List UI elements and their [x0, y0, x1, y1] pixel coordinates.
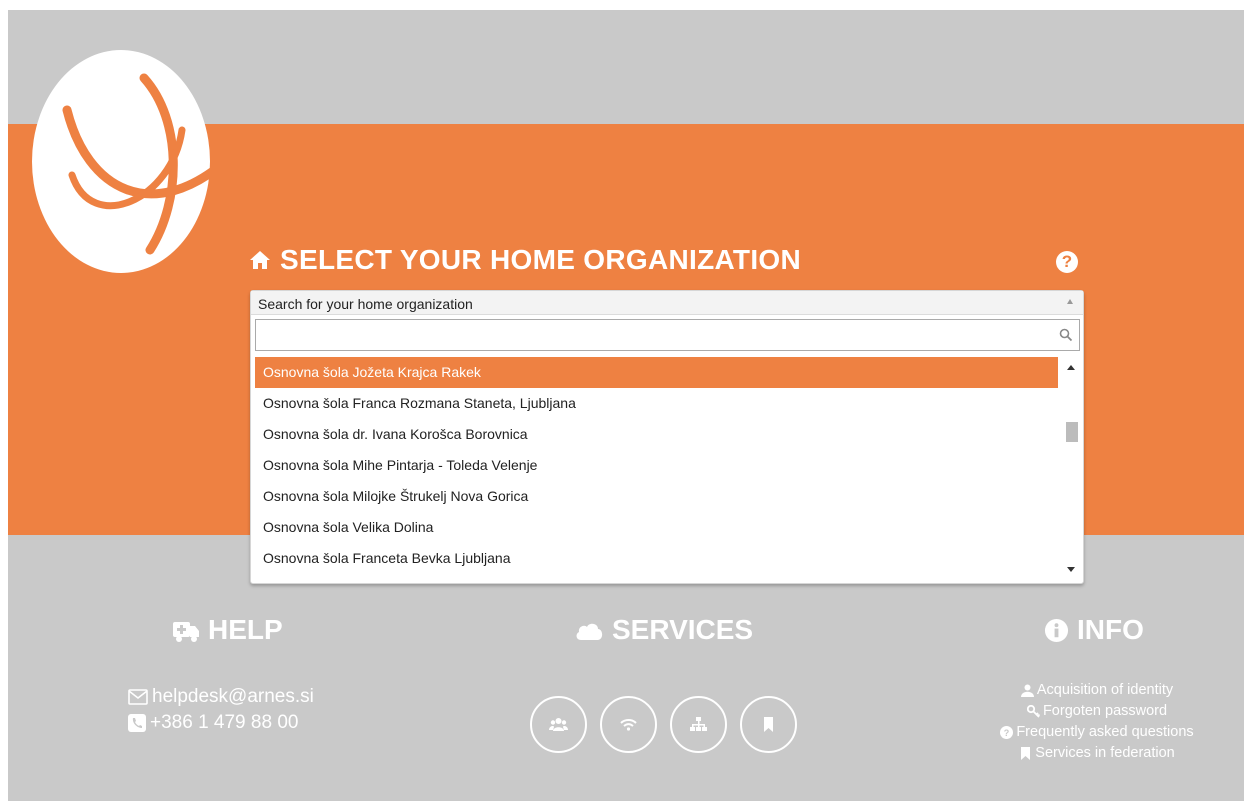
question-circle-icon[interactable]: ?	[1056, 251, 1078, 273]
services-title: SERVICES	[612, 614, 754, 645]
help-contact: helpdesk@arnes.si +386 1 479 88 00	[128, 684, 314, 736]
bookmark-service-button[interactable]	[740, 696, 797, 753]
help-phone: +386 1 479 88 00	[150, 712, 299, 733]
info-heading: INFO	[1044, 614, 1144, 646]
scrollbar[interactable]	[1062, 357, 1080, 580]
envelope-icon	[128, 689, 148, 705]
wifi-service-button[interactable]	[600, 696, 657, 753]
page-title: SELECT YOUR HOME ORGANIZATION	[248, 244, 801, 276]
home-icon	[250, 251, 270, 269]
info-link-identity[interactable]: Acquisition of identity	[977, 680, 1217, 701]
users-service-button[interactable]	[530, 696, 587, 753]
phone-icon	[128, 714, 146, 732]
list-item[interactable]: Osnovna šola Milojke Štrukelj Nova Goric…	[255, 481, 1058, 512]
bookmark-icon	[1021, 747, 1031, 760]
ambulance-icon	[173, 622, 199, 642]
search-input[interactable]	[255, 319, 1080, 351]
list-item[interactable]: Osnovna šola Jožeta Krajca Rakek	[255, 357, 1058, 388]
list-item[interactable]: Osnovna šola Franca Rozmana Staneta, Lju…	[255, 388, 1058, 419]
search-icon	[1059, 328, 1073, 342]
info-title: INFO	[1077, 614, 1144, 645]
list-item[interactable]: Osnovna šola Franceta Bevka Ljubljana	[255, 543, 1058, 574]
info-link-label: Acquisition of identity	[1036, 682, 1174, 698]
help-heading: HELP	[172, 614, 283, 646]
info-link-password[interactable]: Forgoten password	[977, 701, 1217, 722]
user-icon	[1020, 684, 1034, 697]
options-list: Osnovna šola Jožeta Krajca Rakek Osnovna…	[255, 357, 1058, 580]
select-placeholder-text: Search for your home organization	[258, 296, 473, 312]
list-item[interactable]: Osnovna šola Mihe Pintarja - Toleda Vele…	[255, 450, 1058, 481]
help-email[interactable]: helpdesk@arnes.si	[152, 684, 314, 710]
sitemap-icon	[690, 717, 707, 731]
list-item[interactable]: Osnovna šola dr. Ivana Korošca Borovnica	[255, 419, 1058, 450]
bookmark-icon	[764, 717, 773, 732]
info-link-faq[interactable]: ? Frequently asked questions	[977, 722, 1217, 743]
cloud-icon	[576, 623, 603, 640]
info-links: Acquisition of identity Forgoten passwor…	[977, 680, 1217, 764]
sitemap-service-button[interactable]	[670, 696, 727, 753]
page-title-text: SELECT YOUR HOME ORGANIZATION	[280, 244, 802, 275]
question-circle-icon: ?	[1000, 726, 1014, 739]
info-link-label: Frequently asked questions	[1016, 724, 1194, 740]
info-link-label: Forgoten password	[1042, 703, 1168, 719]
info-link-label: Services in federation	[1035, 745, 1175, 761]
arnes-logo	[32, 50, 210, 273]
services-heading: SERVICES	[574, 614, 753, 646]
list-item[interactable]: Osnovna šola Velika Dolina	[255, 512, 1058, 543]
info-link-services[interactable]: Services in federation	[977, 743, 1217, 764]
chevron-up-icon	[1067, 299, 1073, 304]
scroll-up-icon[interactable]	[1067, 365, 1075, 370]
organization-select[interactable]: Search for your home organization Osnovn…	[250, 290, 1084, 584]
scrollbar-thumb[interactable]	[1066, 422, 1078, 442]
key-icon	[1026, 705, 1040, 718]
svg-text:?: ?	[1004, 728, 1010, 738]
select-placeholder[interactable]: Search for your home organization	[251, 291, 1083, 315]
info-circle-icon	[1044, 618, 1069, 642]
wifi-icon	[620, 719, 637, 731]
users-icon	[549, 718, 568, 731]
services-icons	[530, 696, 797, 753]
scroll-down-icon[interactable]	[1067, 567, 1075, 572]
help-title: HELP	[208, 614, 283, 645]
